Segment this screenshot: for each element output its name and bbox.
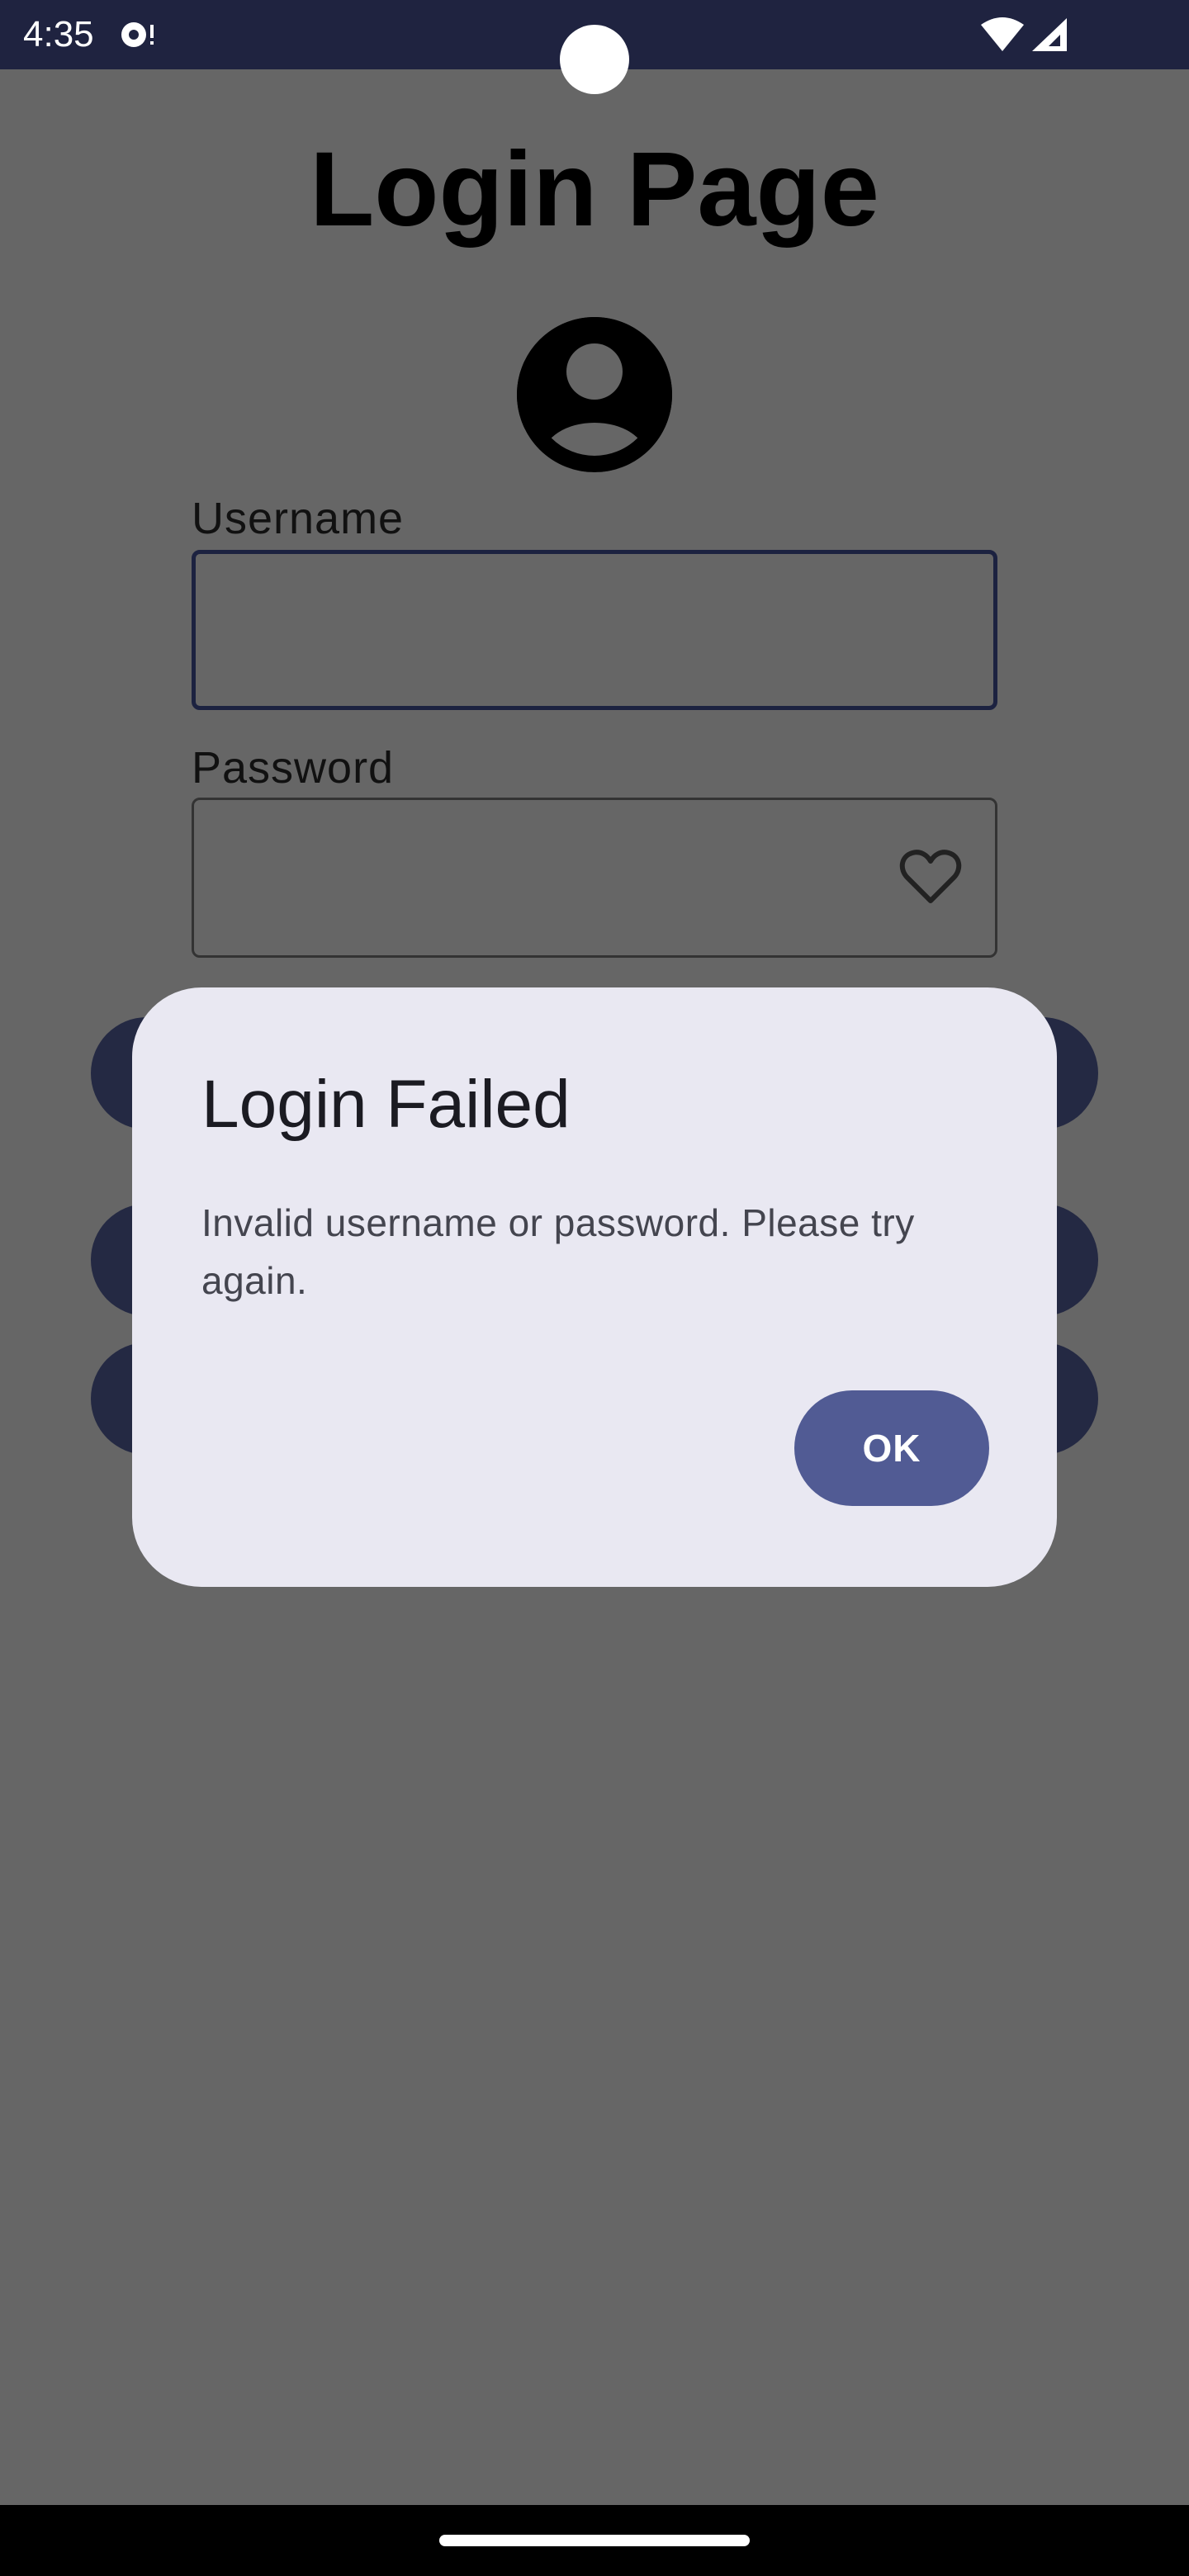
password-label: Password (192, 743, 395, 793)
ok-button[interactable]: OK (794, 1390, 989, 1506)
username-label: Username (192, 494, 405, 543)
dialog-message: Invalid username or password. Please try… (201, 1201, 915, 1302)
dialog-title: Login Failed (201, 1067, 571, 1142)
screen: 4:35 Login Page Username Password Login … (0, 0, 1189, 2576)
page-title: Login Page (310, 130, 879, 249)
signal-icon (1032, 18, 1067, 51)
home-indicator[interactable] (439, 2535, 750, 2546)
camera-cutout (560, 25, 629, 94)
account-circle-icon (517, 317, 672, 472)
notification-icon (121, 22, 154, 47)
login-failed-dialog: Login Failed Invalid username or passwor… (132, 987, 1057, 1587)
heart-outline-icon[interactable] (899, 848, 962, 907)
navigation-bar (0, 2505, 1189, 2576)
wifi-icon (981, 17, 1024, 51)
status-time: 4:35 (23, 14, 94, 54)
password-input[interactable] (192, 798, 997, 958)
username-input[interactable] (192, 550, 997, 710)
